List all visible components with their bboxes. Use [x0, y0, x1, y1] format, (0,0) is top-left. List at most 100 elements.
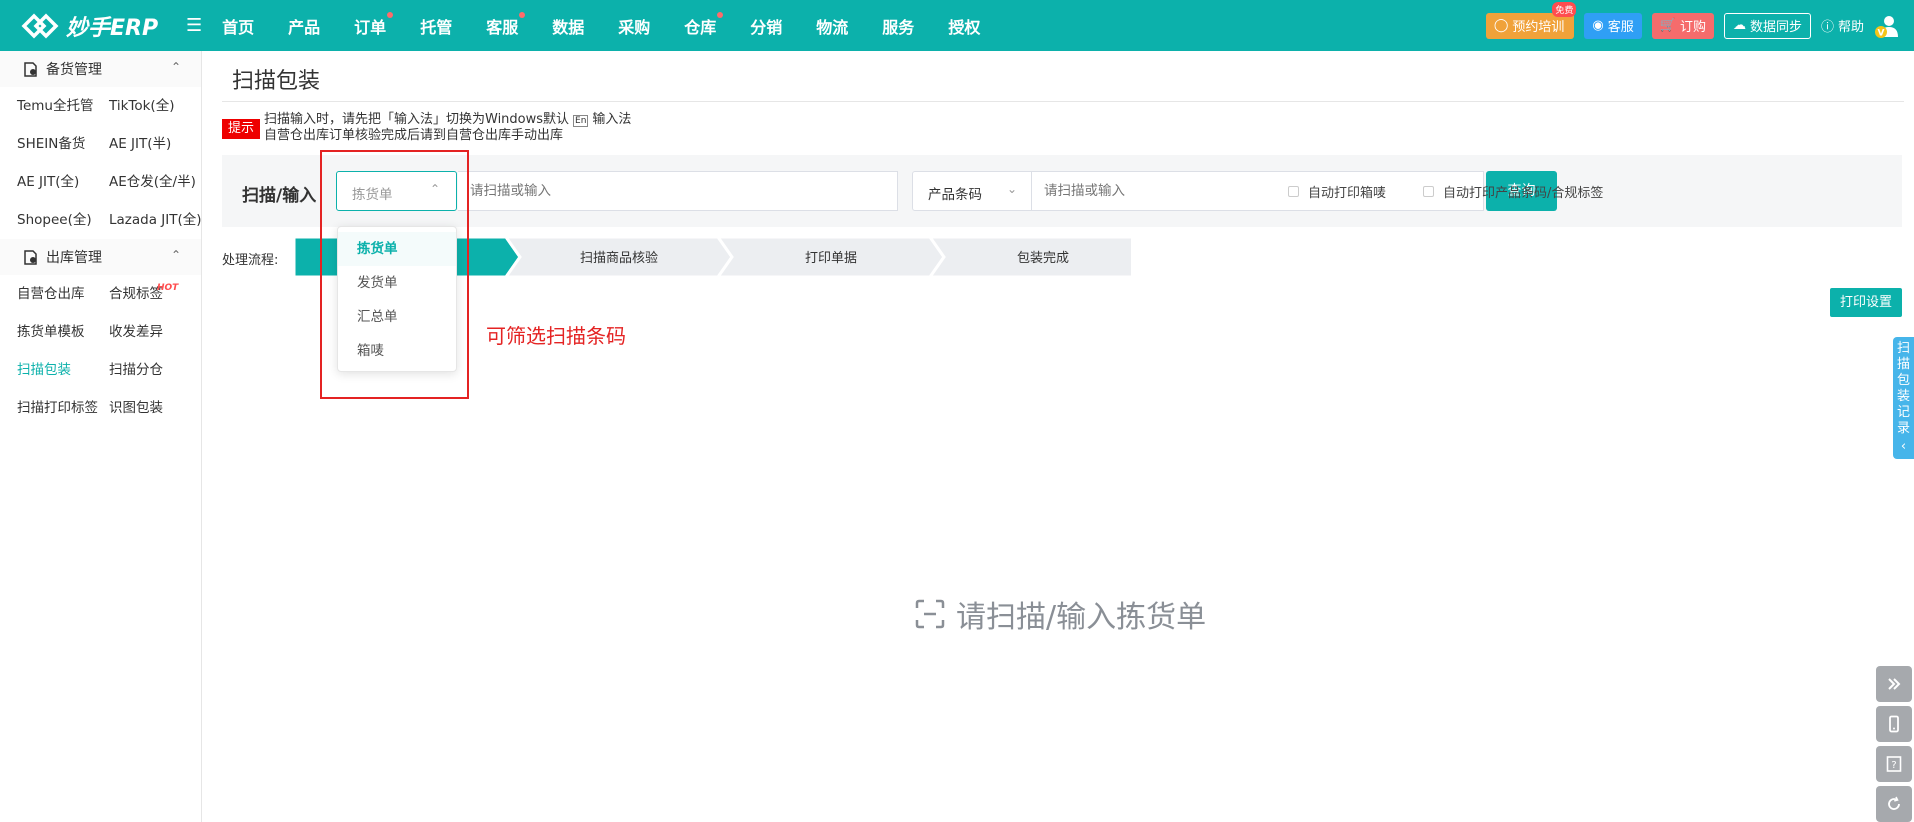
top-actions: ◯ 预约培训 免费 ◉ 客服 🛒 订购 ☁ 数据同步 ⓘ 帮助 V — [1485, 0, 1900, 51]
subscribe-button[interactable]: 🛒 订购 — [1651, 12, 1714, 39]
scan-frame-icon — [915, 599, 945, 629]
nav-item[interactable]: 授权 — [948, 14, 980, 38]
document-icon — [24, 249, 37, 265]
auto-print-labels-label: 自动打印产品条码/合规标签 — [1443, 186, 1604, 201]
hot-badge: HOT — [157, 283, 179, 293]
book-training-button[interactable]: ◯ 预约培训 免费 — [1485, 1, 1577, 39]
side-tab-char: 装 — [1896, 389, 1910, 404]
sidebar-menu-item[interactable]: 扫描分仓 — [109, 351, 209, 389]
help-label: 帮助 — [1837, 20, 1864, 35]
help-doc-button[interactable]: ? — [1876, 746, 1912, 782]
cart-icon: 🛒 — [1659, 18, 1676, 33]
auto-print-box-label: 自动打印箱唛 — [1308, 186, 1387, 201]
sidebar-menu-item[interactable]: TikTok(全) — [109, 87, 209, 125]
section-title-outbound: 出库管理 — [46, 250, 102, 266]
nav-item[interactable]: 服务 — [882, 14, 914, 38]
sidebar-menu-item[interactable]: Temu全托管 — [17, 87, 109, 125]
sidebar-menu-label: 收发差异 — [109, 324, 163, 340]
double-chevron-right-icon — [1888, 678, 1901, 690]
checkbox-box — [1288, 186, 1299, 197]
code-type-select[interactable]: 产品条码 ⌄ — [912, 171, 1032, 211]
side-tab-char: 描 — [1896, 357, 1910, 372]
sidebar-menu-label: Shopee(全) — [17, 212, 92, 228]
scan-input[interactable] — [458, 172, 897, 210]
nav-item[interactable]: 仓库 — [684, 11, 724, 38]
scan-record-side-tab[interactable]: 扫描包装记录 ‹ — [1893, 337, 1914, 459]
nav-item[interactable]: 订单 — [354, 11, 394, 38]
tip-text: 扫描输入时，请先把「输入法」切换为Windows默认 En 输入法 自营仓出库订单核… — [264, 112, 631, 144]
data-sync-button[interactable]: ☁ 数据同步 — [1723, 12, 1811, 39]
logo-mark-icon — [21, 13, 59, 38]
nav-item-label: 物流 — [816, 17, 849, 37]
nav-item[interactable]: 分销 — [750, 14, 782, 38]
auto-print-box-checkbox[interactable]: 自动打印箱唛 — [1288, 182, 1386, 201]
menu-toggle-icon[interactable]: ☰ — [186, 15, 202, 36]
customer-service-label: 客服 — [1607, 20, 1634, 35]
nav-item[interactable]: 物流 — [816, 14, 848, 38]
sidebar-menu-item[interactable]: 自营仓出库 — [17, 275, 109, 313]
refresh-button[interactable] — [1876, 786, 1912, 822]
auto-print-labels-checkbox[interactable]: 自动打印产品条码/合规标签 — [1423, 182, 1603, 201]
sidebar-menu-label: AE仓发(全/半) — [109, 174, 196, 190]
sidebar-menu-label: 拣货单模板 — [17, 324, 85, 340]
nav-item-label: 服务 — [882, 17, 915, 37]
help-doc-icon: ? — [1886, 756, 1902, 772]
code-input[interactable] — [1032, 172, 1483, 210]
customer-service-button[interactable]: ◉ 客服 — [1584, 12, 1642, 39]
sidebar-menu-item[interactable]: 识图包装 — [109, 389, 209, 427]
nav-item[interactable]: 首页 — [222, 14, 254, 38]
nav-item-label: 分销 — [750, 17, 783, 37]
data-sync-label: 数据同步 — [1749, 20, 1802, 35]
chevron-down-icon: ⌄ — [1006, 182, 1017, 196]
svg-text:?: ? — [1891, 760, 1896, 771]
sidebar-menu-label: AE JIT(全) — [17, 174, 80, 190]
nav-item[interactable]: 采购 — [618, 14, 650, 38]
sidebar-menu-item[interactable]: AE仓发(全/半) — [109, 163, 209, 201]
sidebar-menu-item[interactable]: 扫描包装 — [17, 351, 109, 389]
empty-state-text: 请扫描/输入拣货单 — [956, 600, 1207, 635]
nav-item[interactable]: 客服 — [486, 11, 526, 38]
keyboard-en-icon: En — [573, 115, 589, 127]
sidebar-menu-item[interactable]: 扫描打印标签 — [17, 389, 109, 427]
mobile-button[interactable] — [1876, 706, 1912, 742]
nav-item-label: 仓库 — [684, 17, 717, 37]
sidebar-menu-item[interactable]: 收发差异 — [109, 313, 209, 351]
sidebar-menu-item[interactable]: SHEIN备货 — [17, 125, 109, 163]
sidebar-menu-label: 扫描包装 — [17, 362, 71, 378]
notification-dot — [387, 11, 394, 18]
print-settings-button[interactable]: 打印设置 — [1830, 288, 1902, 317]
sidebar-menu-item[interactable]: 合规标签 HOT — [109, 275, 209, 313]
nav-item-label: 托管 — [420, 17, 453, 37]
sidebar-menu-item[interactable]: Lazada JIT(全) — [109, 201, 209, 239]
flow-label: 处理流程: — [222, 253, 279, 268]
flow-step-label: 包装完成 — [1017, 251, 1069, 266]
code-type-value: 产品条码 — [928, 187, 982, 203]
tip-line-1-suffix: 输入法 — [592, 112, 632, 127]
sidebar-section-stock[interactable]: 备货管理 ⌃ — [0, 51, 201, 87]
mobile-phone-icon — [1889, 715, 1899, 733]
nav-item-label: 订单 — [354, 17, 387, 37]
sidebar-menu-item[interactable]: Shopee(全) — [17, 201, 109, 239]
help-link[interactable]: ⓘ 帮助 — [1821, 16, 1864, 35]
nav-item[interactable]: 数据 — [552, 14, 584, 38]
checkbox-box — [1423, 186, 1434, 197]
sidebar-menu-item[interactable]: AE JIT(全) — [17, 163, 109, 201]
sidebar-menu-item[interactable]: AE JIT(半) — [109, 125, 209, 163]
subscribe-label: 订购 — [1679, 20, 1706, 35]
nav-item[interactable]: 托管 — [420, 14, 452, 38]
collapse-tools-button[interactable] — [1876, 666, 1912, 702]
side-tab-char: 包 — [1896, 373, 1910, 388]
nav-item[interactable]: 产品 — [288, 14, 320, 38]
brand-name: 妙手ERP — [66, 15, 159, 41]
service-icon: ◉ — [1592, 18, 1604, 33]
sidebar-menu-label: 扫描分仓 — [109, 362, 163, 378]
sidebar-menu-item[interactable]: 拣货单模板 — [17, 313, 109, 351]
brand-logo[interactable]: 妙手ERP — [20, 10, 170, 42]
annotation-highlight-box — [320, 150, 469, 399]
sidebar-menu-label: 识图包装 — [109, 400, 163, 416]
notification-dot — [717, 11, 724, 18]
nav-item-label: 数据 — [552, 17, 585, 37]
scan-input-wrapper — [458, 171, 898, 211]
notification-dot — [519, 11, 526, 18]
user-avatar-icon[interactable]: V — [1874, 13, 1900, 39]
